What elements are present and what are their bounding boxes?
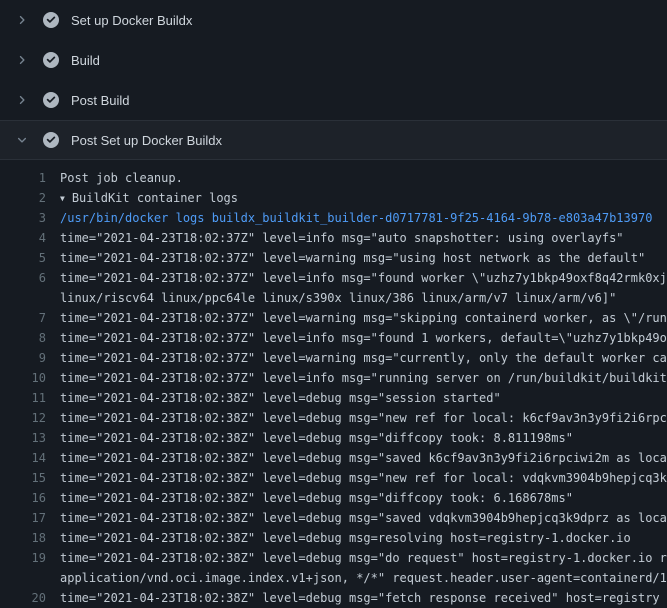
chevron-right-icon[interactable]	[14, 12, 30, 28]
log-text: time="2021-04-23T18:02:38Z" level=debug …	[60, 388, 501, 408]
chevron-right-icon[interactable]	[14, 92, 30, 108]
check-circle-icon	[43, 52, 59, 68]
line-number[interactable]: 1	[0, 168, 46, 188]
log-text: time="2021-04-23T18:02:37Z" level=warnin…	[60, 248, 645, 268]
step-title: Post Set up Docker Buildx	[71, 133, 222, 148]
step-title: Post Build	[71, 93, 130, 108]
log-text: application/vnd.oci.image.index.v1+json,…	[60, 568, 667, 588]
log-text: time="2021-04-23T18:02:37Z" level=info m…	[60, 368, 667, 388]
log-text: time="2021-04-23T18:02:38Z" level=debug …	[60, 528, 631, 548]
log-text: time="2021-04-23T18:02:38Z" level=debug …	[60, 408, 667, 428]
line-number[interactable]: 13	[0, 428, 46, 448]
log-text: time="2021-04-23T18:02:37Z" level=info m…	[60, 228, 624, 248]
line-number[interactable]: 20	[0, 588, 46, 608]
log-line: 11 time="2021-04-23T18:02:38Z" level=deb…	[0, 388, 667, 408]
line-number[interactable]: 15	[0, 468, 46, 488]
log-text: time="2021-04-23T18:02:38Z" level=debug …	[60, 448, 667, 468]
log-line: 12 time="2021-04-23T18:02:38Z" level=deb…	[0, 408, 667, 428]
line-number[interactable]	[0, 568, 46, 588]
log-line: 14 time="2021-04-23T18:02:38Z" level=deb…	[0, 448, 667, 468]
log-text: time="2021-04-23T18:02:38Z" level=debug …	[60, 548, 667, 568]
line-number[interactable]: 19	[0, 548, 46, 568]
log-text: time="2021-04-23T18:02:38Z" level=debug …	[60, 508, 667, 528]
line-number[interactable]: 6	[0, 268, 46, 288]
log-text: time="2021-04-23T18:02:38Z" level=debug …	[60, 468, 667, 488]
log-line: 10 time="2021-04-23T18:02:37Z" level=inf…	[0, 368, 667, 388]
group-toggle-icon[interactable]: ▼	[60, 189, 65, 208]
line-number[interactable]: 17	[0, 508, 46, 528]
steps-list: Set up Docker Buildx Build Post Build Po…	[0, 0, 667, 160]
log-line: 18 time="2021-04-23T18:02:38Z" level=deb…	[0, 528, 667, 548]
log-text: Post job cleanup.	[60, 168, 183, 188]
log-line: 2 ▼ BuildKit container logs	[0, 188, 667, 208]
log-text: time="2021-04-23T18:02:38Z" level=debug …	[60, 428, 573, 448]
log-line: 7 time="2021-04-23T18:02:37Z" level=warn…	[0, 308, 667, 328]
log-text: linux/riscv64 linux/ppc64le linux/s390x …	[60, 288, 616, 308]
line-number[interactable]: 10	[0, 368, 46, 388]
line-number[interactable]: 11	[0, 388, 46, 408]
step-header[interactable]: Post Set up Docker Buildx	[0, 120, 667, 160]
line-number[interactable]: 8	[0, 328, 46, 348]
line-number[interactable]: 14	[0, 448, 46, 468]
log-area: 1 Post job cleanup. 2 ▼ BuildKit containe…	[0, 160, 667, 608]
line-number[interactable]: 4	[0, 228, 46, 248]
check-circle-icon	[43, 12, 59, 28]
step-title: Set up Docker Buildx	[71, 13, 192, 28]
log-line: 6 time="2021-04-23T18:02:37Z" level=info…	[0, 268, 667, 288]
line-number[interactable]: 2	[0, 188, 46, 208]
chevron-down-icon[interactable]	[14, 132, 30, 148]
log-line: 20 time="2021-04-23T18:02:38Z" level=deb…	[0, 588, 667, 608]
log-line: 13 time="2021-04-23T18:02:38Z" level=deb…	[0, 428, 667, 448]
log-line: 4 time="2021-04-23T18:02:37Z" level=info…	[0, 228, 667, 248]
check-circle-icon	[43, 132, 59, 148]
log-line: 9 time="2021-04-23T18:02:37Z" level=warn…	[0, 348, 667, 368]
step-header[interactable]: Post Build	[0, 80, 667, 120]
line-number[interactable]	[0, 288, 46, 308]
log-text: time="2021-04-23T18:02:37Z" level=warnin…	[60, 348, 667, 368]
line-number[interactable]: 7	[0, 308, 46, 328]
line-number[interactable]: 16	[0, 488, 46, 508]
log-line: 5 time="2021-04-23T18:02:37Z" level=warn…	[0, 248, 667, 268]
log-text: /usr/bin/docker logs buildx_buildkit_bui…	[60, 208, 652, 228]
log-text: time="2021-04-23T18:02:38Z" level=debug …	[60, 588, 660, 608]
log-line: 8 time="2021-04-23T18:02:37Z" level=info…	[0, 328, 667, 348]
check-circle-icon	[43, 92, 59, 108]
log-line: 1 Post job cleanup.	[0, 168, 667, 188]
log-line: 16 time="2021-04-23T18:02:38Z" level=deb…	[0, 488, 667, 508]
step-title: Build	[71, 53, 100, 68]
line-number[interactable]: 3	[0, 208, 46, 228]
line-number[interactable]: 12	[0, 408, 46, 428]
log-text: time="2021-04-23T18:02:37Z" level=info m…	[60, 328, 667, 348]
chevron-right-icon[interactable]	[14, 52, 30, 68]
group-label[interactable]: BuildKit container logs	[72, 191, 238, 205]
log-text: time="2021-04-23T18:02:38Z" level=debug …	[60, 488, 573, 508]
log-line: 19 time="2021-04-23T18:02:38Z" level=deb…	[0, 548, 667, 568]
line-number[interactable]: 18	[0, 528, 46, 548]
log-line: application/vnd.oci.image.index.v1+json,…	[0, 568, 667, 588]
line-number[interactable]: 5	[0, 248, 46, 268]
log-text: ▼ BuildKit container logs	[60, 188, 238, 208]
log-text: time="2021-04-23T18:02:37Z" level=info m…	[60, 268, 667, 288]
step-header[interactable]: Build	[0, 40, 667, 80]
log-line: 3 /usr/bin/docker logs buildx_buildkit_b…	[0, 208, 667, 228]
log-line: 17 time="2021-04-23T18:02:38Z" level=deb…	[0, 508, 667, 528]
line-number[interactable]: 9	[0, 348, 46, 368]
log-text: time="2021-04-23T18:02:37Z" level=warnin…	[60, 308, 667, 328]
log-line: linux/riscv64 linux/ppc64le linux/s390x …	[0, 288, 667, 308]
step-header[interactable]: Set up Docker Buildx	[0, 0, 667, 40]
log-line: 15 time="2021-04-23T18:02:38Z" level=deb…	[0, 468, 667, 488]
